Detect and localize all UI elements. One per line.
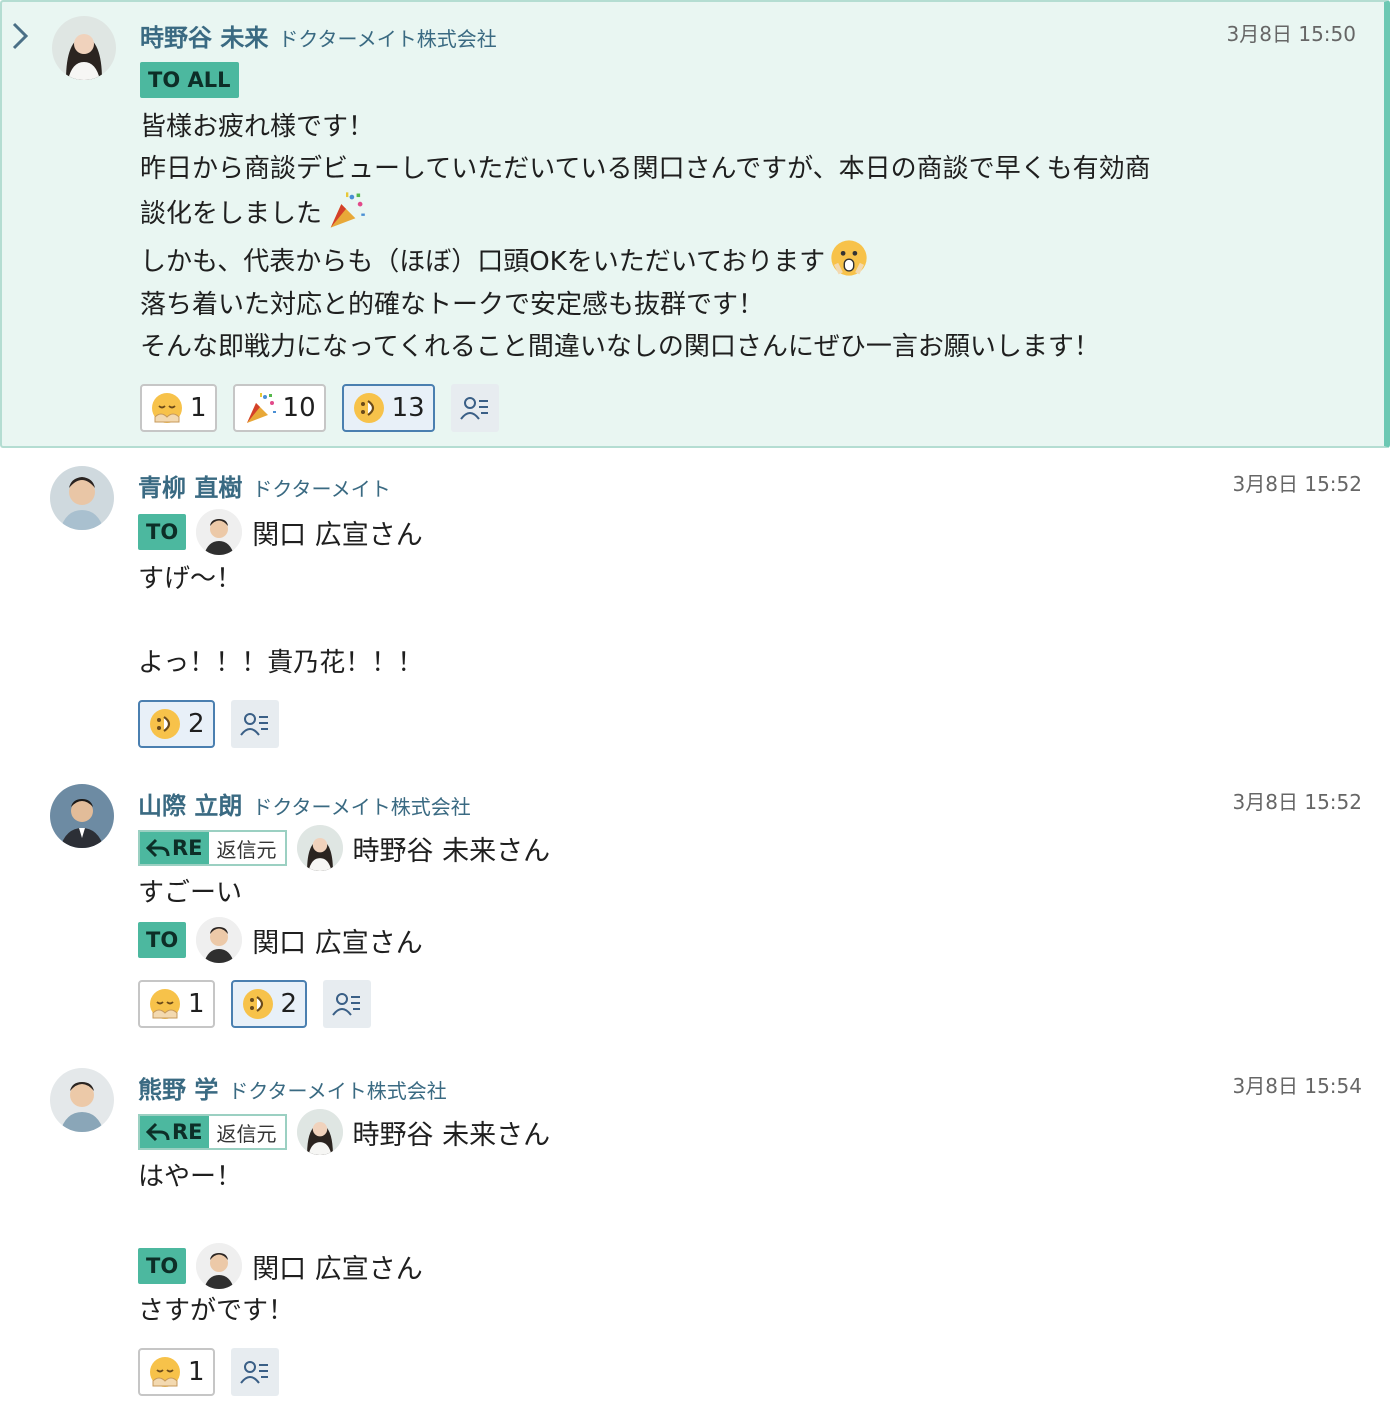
author-org: ドクターメイト株式会社 — [228, 1079, 447, 1103]
avatar[interactable] — [50, 466, 114, 530]
author-name[interactable]: 青柳 直樹 — [138, 468, 242, 503]
bow-face-icon — [151, 392, 183, 424]
reaction-users-button[interactable] — [450, 384, 499, 432]
bow-face-icon — [149, 988, 181, 1020]
reaction-users-button[interactable] — [230, 1348, 279, 1396]
reply-arrow-icon — [146, 1122, 170, 1142]
reaction-count: 1 — [190, 393, 207, 423]
message-line: さすがです！ — [138, 1296, 295, 1326]
mention-name[interactable]: 関口 広宣さん — [252, 1247, 423, 1286]
scream-face-icon — [829, 238, 869, 278]
timestamp[interactable]: 3月8日 15:54 — [1233, 1070, 1362, 1099]
reaction-users-button[interactable] — [323, 980, 372, 1028]
message-line: よっ！！！貴乃花！！！ — [138, 648, 424, 678]
bow-face-icon — [149, 1356, 181, 1388]
reaction-button[interactable]: 1 — [138, 980, 215, 1028]
author-org: ドクターメイト — [252, 477, 391, 501]
mention-name[interactable]: 関口 広宣さん — [252, 513, 423, 552]
reaction-button[interactable]: 2 — [138, 700, 215, 748]
user-list-icon — [332, 993, 362, 1016]
chevron-right-icon[interactable] — [8, 16, 32, 56]
timestamp[interactable]: 3月8日 15:52 — [1233, 468, 1362, 497]
message-item[interactable]: 時野谷 未来 ドクターメイト株式会社 3月8日 15:50 TO ALL 皆様お… — [0, 0, 1390, 448]
message-line: 昨日から商談デビューしていただいている関口さんですが、本日の商談で早くも有効商 — [140, 154, 1151, 184]
message-line: 落ち着いた対応と的確なトークで安定感も抜群です！ — [140, 290, 765, 320]
mention-name[interactable]: 時野谷 未来さん — [353, 829, 551, 868]
reaction-count: 1 — [188, 989, 205, 1019]
reaction-count: 1 — [188, 1357, 205, 1387]
user-list-icon — [239, 1361, 269, 1384]
message-line: すごーい — [138, 878, 243, 908]
reply-tag[interactable]: RE 返信元 — [138, 830, 287, 866]
author-name[interactable]: 時野谷 未来 — [140, 18, 268, 53]
avatar — [196, 917, 243, 963]
reaction-button[interactable]: 1 — [140, 384, 217, 432]
avatar[interactable] — [50, 784, 114, 848]
user-list-icon — [459, 397, 489, 420]
message-item[interactable]: 青柳 直樹 ドクターメイト 3月8日 15:52 TO 関口 広宣さん すげ〜！… — [0, 448, 1390, 768]
reply-label: RE — [172, 1120, 203, 1144]
reply-source: 返信元 — [208, 832, 285, 864]
message-line: しかも、代表からも（ほぼ）口頭OKをいただいております — [140, 247, 826, 277]
reaction-button[interactable]: 13 — [341, 384, 435, 432]
reaction-button[interactable]: 1 — [138, 1348, 215, 1396]
to-all-tag: TO ALL — [140, 62, 239, 98]
reply-arrow-icon — [146, 838, 170, 858]
smile-face-icon — [148, 707, 182, 741]
author-name[interactable]: 熊野 学 — [138, 1070, 218, 1105]
avatar[interactable] — [50, 1068, 114, 1132]
reply-source: 返信元 — [208, 1116, 285, 1148]
message-line: すげ〜！ — [138, 564, 243, 594]
reaction-count: 13 — [391, 393, 425, 423]
to-tag: TO — [138, 922, 187, 958]
author-org: ドクターメイト株式会社 — [278, 27, 497, 51]
reply-label: RE — [172, 836, 203, 860]
timestamp[interactable]: 3月8日 15:52 — [1233, 786, 1362, 815]
reaction-count: 2 — [188, 709, 205, 739]
mention-name[interactable]: 関口 広宣さん — [252, 921, 423, 960]
reaction-button[interactable]: 10 — [232, 384, 326, 432]
message-item[interactable]: 熊野 学 ドクターメイト株式会社 3月8日 15:54 RE 返信元 時野谷 未… — [0, 1058, 1390, 1412]
to-tag: TO — [138, 1248, 187, 1284]
party-popper-icon — [246, 393, 276, 423]
message-line: はやー！ — [138, 1162, 243, 1192]
smile-face-icon — [241, 987, 274, 1021]
reaction-button[interactable]: 2 — [230, 980, 308, 1028]
avatar[interactable] — [52, 16, 116, 80]
message-line: 談化をしました — [140, 199, 323, 229]
avatar — [296, 825, 343, 871]
smile-face-icon — [352, 391, 385, 425]
user-list-icon — [239, 713, 269, 736]
avatar — [196, 1243, 243, 1289]
avatar — [296, 1109, 343, 1155]
message-item[interactable]: 山際 立朗 ドクターメイト株式会社 3月8日 15:52 RE 返信元 時野谷 … — [0, 768, 1390, 1058]
to-tag: TO — [138, 514, 187, 550]
reaction-count: 10 — [282, 393, 316, 423]
avatar — [196, 509, 243, 555]
reaction-count: 2 — [280, 989, 298, 1019]
reply-tag[interactable]: RE 返信元 — [138, 1114, 287, 1150]
mention-name[interactable]: 時野谷 未来さん — [353, 1113, 551, 1152]
reaction-users-button[interactable] — [230, 700, 279, 748]
message-line: そんな即戦力になってくれること間違いなしの関口さんにぜひ一言お願いします！ — [140, 332, 1100, 362]
author-org: ドクターメイト株式会社 — [252, 795, 471, 819]
message-line: 皆様お疲れ様です！ — [140, 112, 375, 142]
timestamp[interactable]: 3月8日 15:50 — [1227, 18, 1356, 47]
author-name[interactable]: 山際 立朗 — [138, 786, 242, 821]
party-popper-icon — [330, 192, 365, 228]
